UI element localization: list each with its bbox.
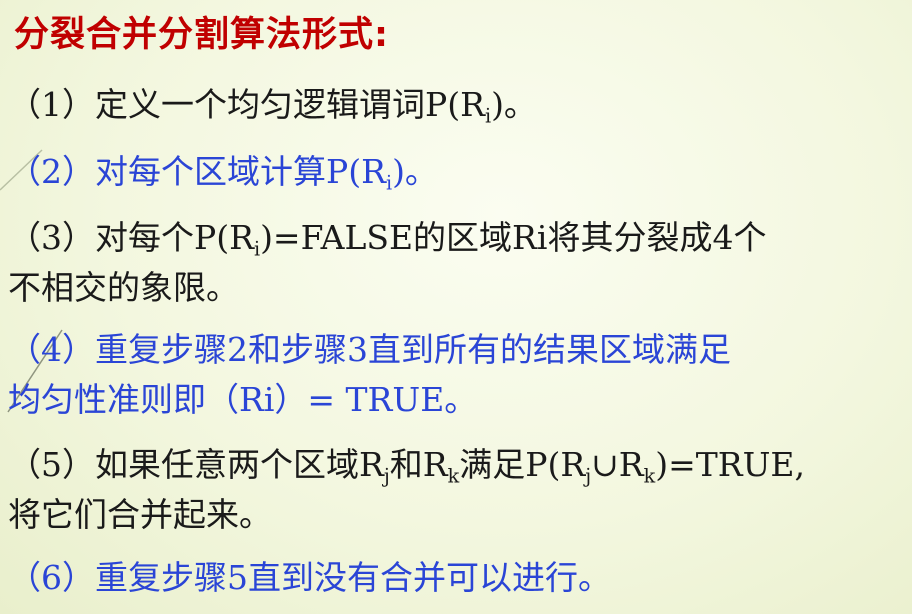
- step-text: 满足P(R: [459, 445, 586, 484]
- step-3: （3）对每个P(Ri)=FALSE的区域Ri将其分裂成4个 不相交的象限。: [8, 213, 766, 313]
- step-number: （2）: [8, 152, 95, 191]
- step-text: 对每个P(R: [95, 218, 254, 257]
- step-text: 重复步骤5直到没有合并可以进行。: [95, 558, 611, 597]
- step-number: （5）: [8, 445, 95, 484]
- step-number: （1）: [8, 85, 95, 124]
- step-number: （6）: [8, 558, 95, 597]
- step-text: )。: [392, 152, 438, 191]
- step-text: 和R: [389, 445, 448, 484]
- slide-title: 分裂合并分割算法形式:: [14, 15, 389, 55]
- step-text-continued: 均匀性准则即（Ri）= TRUE。: [8, 380, 478, 419]
- step-4: （4）重复步骤2和步骤3直到所有的结果区域满足均匀性准则即（Ri）= TRUE。: [8, 325, 731, 425]
- step-number: （3）: [8, 218, 95, 257]
- step-text-continued: 将它们合并起来。: [8, 495, 272, 534]
- step-1: （1）定义一个均匀逻辑谓词P(Ri)。: [8, 80, 537, 130]
- step-6: （6）重复步骤5直到没有合并可以进行。: [8, 553, 611, 603]
- subscript: k: [447, 464, 460, 488]
- step-5: （5）如果任意两个区域Rj和Rk满足P(Rj∪Rk)=TRUE, 将它们合并起来。: [8, 440, 805, 540]
- step-text: )。: [491, 85, 537, 124]
- step-2: （2）对每个区域计算P(Ri)。: [8, 147, 438, 197]
- step-text: 重复步骤2和步骤3直到所有的结果区域满足: [95, 330, 731, 369]
- step-text: 如果任意两个区域R: [95, 445, 384, 484]
- step-number: （4）: [8, 330, 95, 369]
- step-text: 定义一个均匀逻辑谓词P(R: [95, 85, 485, 124]
- subscript: k: [643, 464, 656, 488]
- step-text: )=TRUE,: [655, 445, 805, 484]
- step-text: )=FALSE的区域Ri将其分裂成4个: [260, 218, 767, 257]
- step-text: ∪R: [591, 445, 644, 484]
- step-text: 对每个区域计算P(R: [95, 152, 386, 191]
- step-text-continued: 不相交的象限。: [8, 268, 239, 307]
